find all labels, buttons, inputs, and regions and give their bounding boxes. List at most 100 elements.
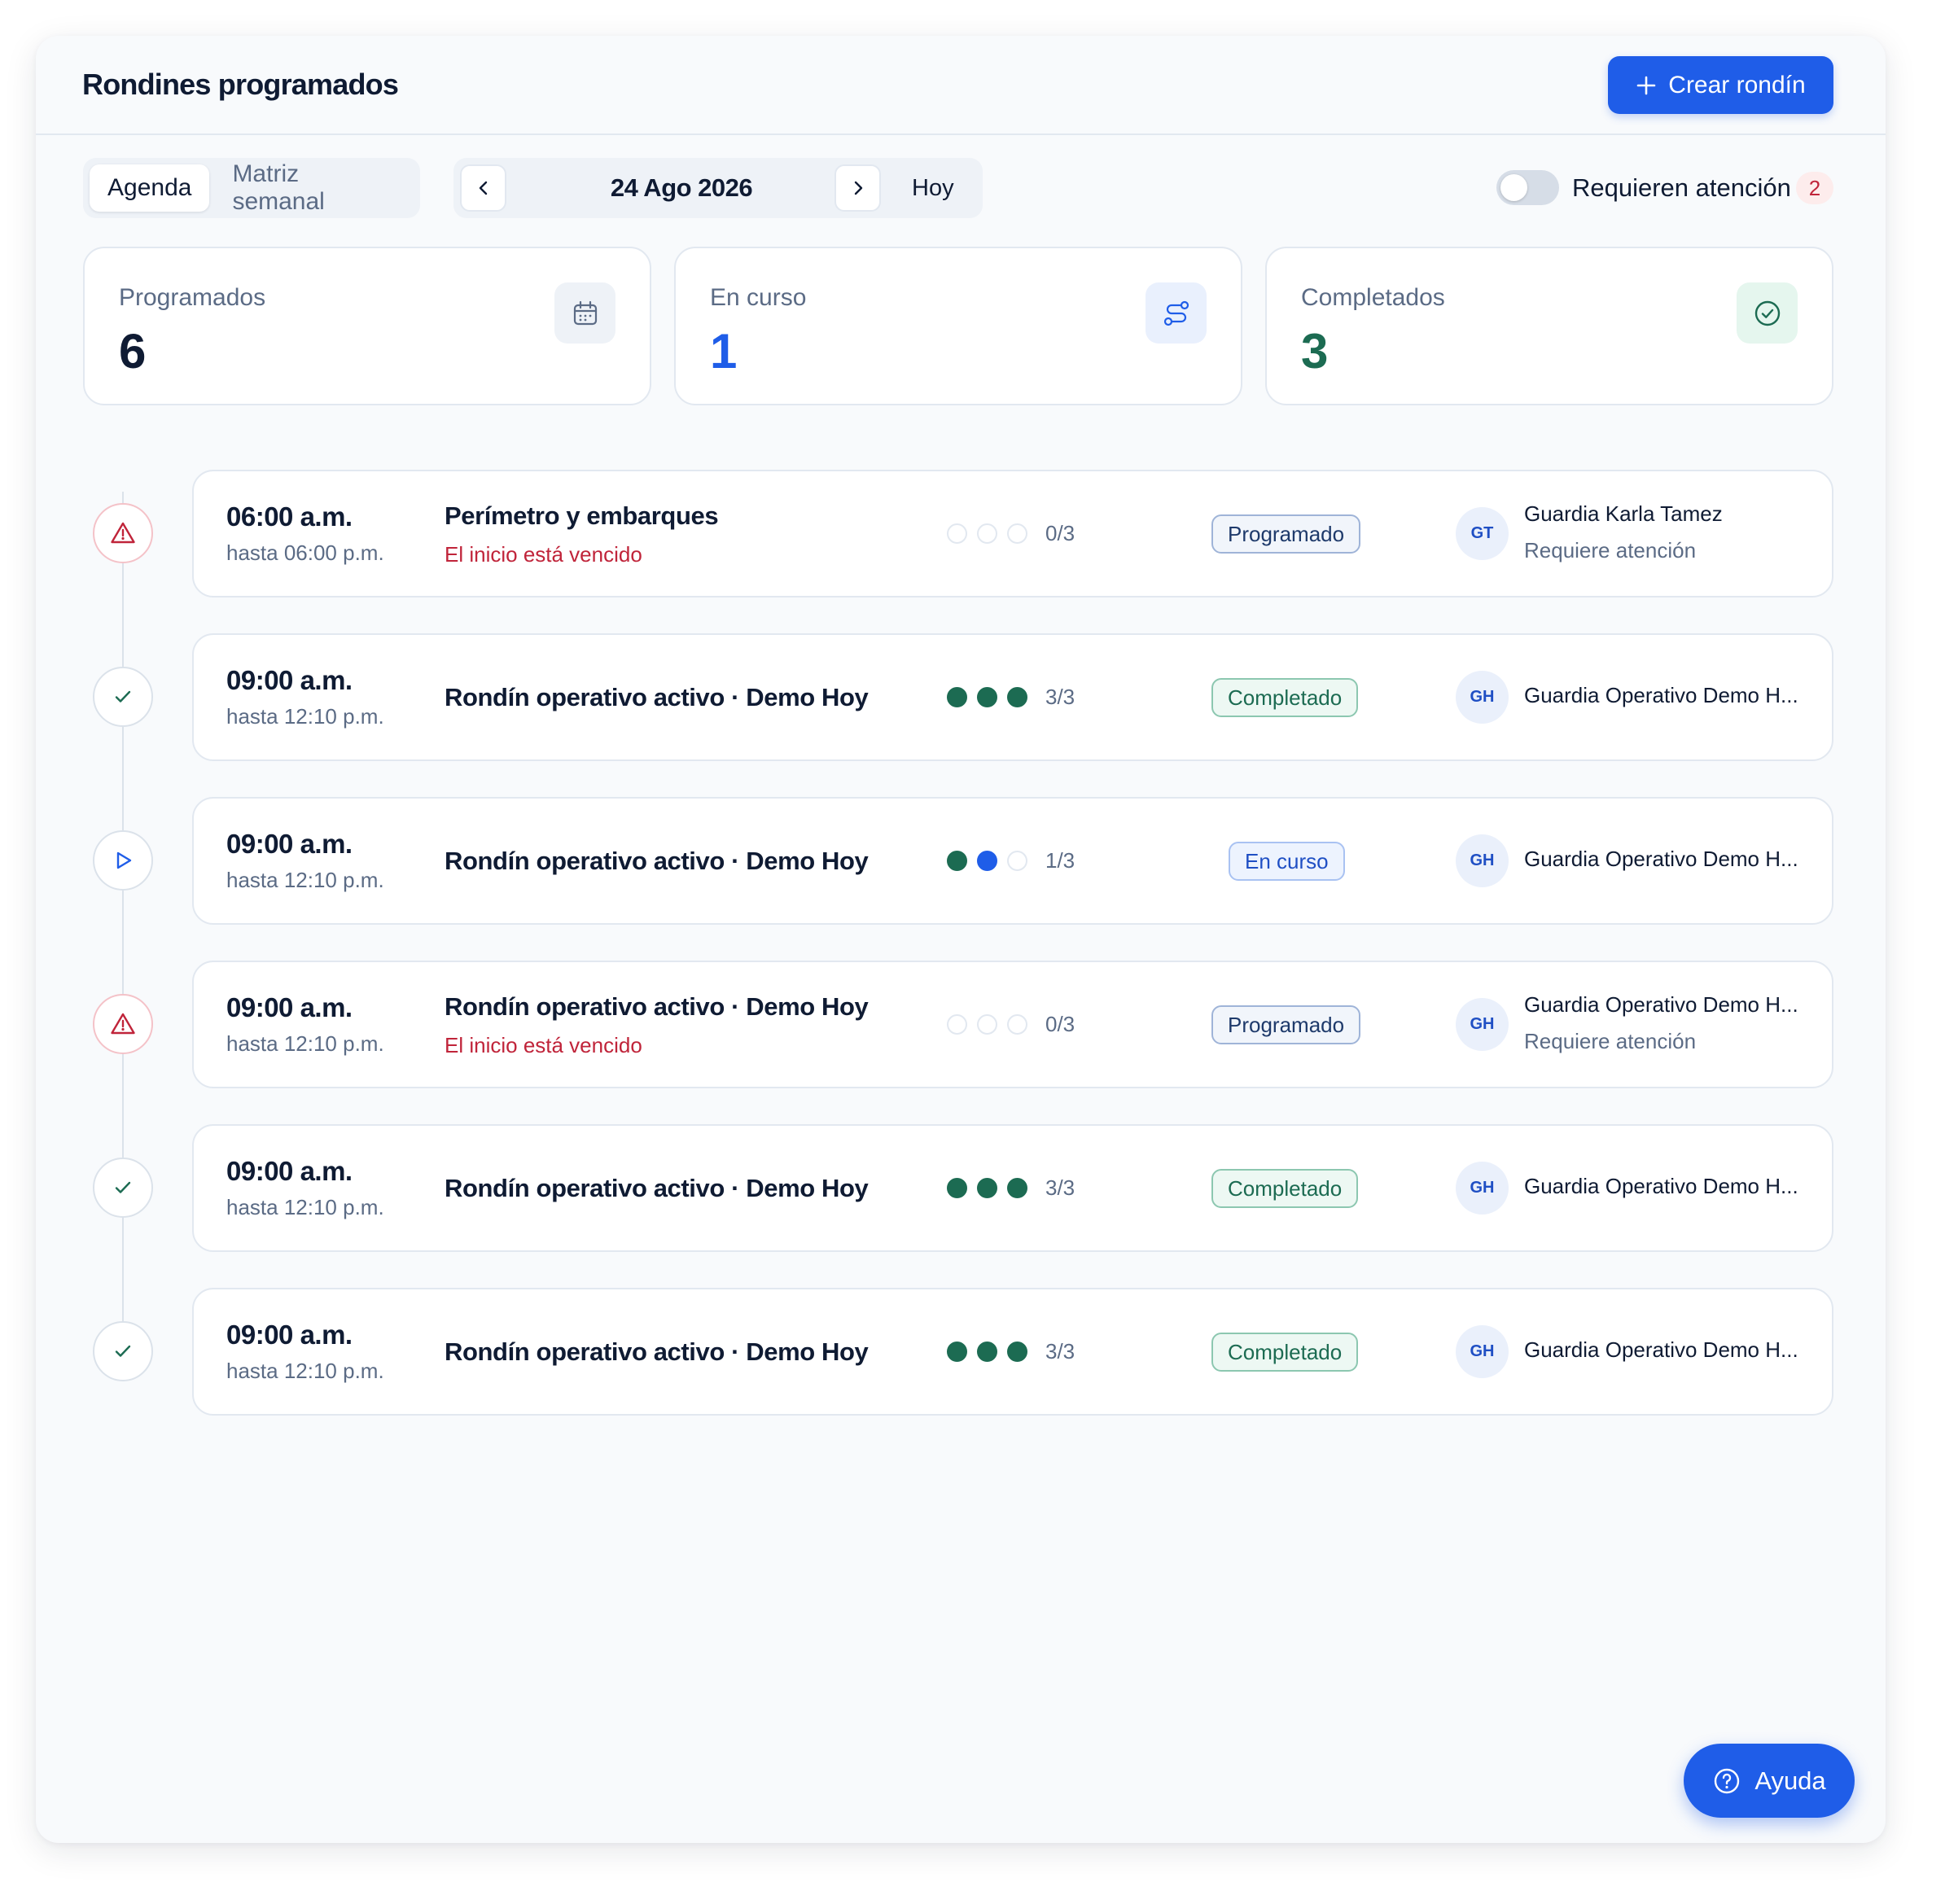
checkpoint-progress	[947, 1014, 1027, 1035]
checkpoint-count: 3/3	[1045, 1175, 1075, 1200]
checkpoint-dot	[947, 1178, 967, 1198]
round-row[interactable]: 09:00 a.m. hasta 12:10 p.m. Rondín operati…	[192, 961, 1833, 1088]
checkpoint-dot	[1007, 1178, 1027, 1198]
status-badge: Programado	[1211, 1005, 1361, 1044]
timeline-node	[93, 994, 153, 1054]
guard-name: Guardia Operativo Demo H...	[1524, 847, 1798, 871]
help-label: Ayuda	[1754, 1766, 1826, 1795]
today-button[interactable]: Hoy	[912, 158, 954, 218]
stat-label: Completados	[1301, 284, 1445, 311]
checkpoint-dot	[947, 523, 967, 544]
check-icon	[115, 690, 131, 703]
stat-card-in-progress: En curso 1	[674, 247, 1242, 405]
round-end-time: hasta 12:10 p.m.	[226, 1031, 384, 1056]
attention-toggle-label: Requieren atención	[1572, 173, 1791, 202]
current-date: 24 Ago 2026	[610, 173, 753, 202]
round-end-time: hasta 12:10 p.m.	[226, 1195, 384, 1219]
checkpoint-dot	[1007, 1014, 1027, 1035]
round-row[interactable]: 09:00 a.m. hasta 12:10 p.m. Rondín operati…	[192, 1288, 1833, 1416]
attention-count-badge: 2	[1796, 172, 1833, 204]
page-header: Rondines programados Crear rondín	[36, 36, 1886, 135]
avatar: GH	[1456, 1162, 1509, 1215]
previous-day-button[interactable]	[460, 164, 506, 212]
round-row[interactable]: 09:00 a.m. hasta 12:10 p.m. Rondín operati…	[192, 1124, 1833, 1252]
check-icon	[115, 1345, 131, 1357]
help-button[interactable]: Ayuda	[1684, 1744, 1855, 1818]
round-end-time: hasta 12:10 p.m.	[226, 1359, 384, 1383]
avatar: GH	[1456, 998, 1509, 1051]
chevron-right-icon	[854, 181, 862, 195]
checkpoint-dot	[947, 687, 967, 707]
status-badge: Completado	[1211, 678, 1359, 717]
guard-attention-note: Requiere atención	[1524, 1029, 1697, 1053]
timeline-node	[93, 1158, 153, 1218]
help-icon	[1715, 1768, 1740, 1793]
avatar: GH	[1456, 834, 1509, 887]
checkpoint-dot	[977, 1178, 997, 1198]
status-badge: Programado	[1211, 514, 1361, 554]
checkpoint-dot	[1007, 851, 1027, 871]
play-icon	[116, 851, 132, 869]
next-day-button[interactable]	[835, 164, 881, 212]
avatar: GH	[1456, 671, 1509, 724]
guard-name: Guardia Operativo Demo H...	[1524, 683, 1798, 707]
round-end-time: hasta 12:10 p.m.	[226, 704, 384, 729]
calendar-icon	[554, 282, 615, 344]
round-name: Rondín operativo activo · Demo Hoy	[445, 847, 869, 875]
checkpoint-dot	[1007, 1342, 1027, 1362]
date-navigator: 24 Ago 2026 Hoy	[453, 158, 983, 218]
status-badge: Completado	[1211, 1333, 1359, 1372]
plus-icon	[1636, 75, 1657, 96]
timeline-line	[122, 492, 124, 1363]
attention-toggle[interactable]	[1496, 170, 1559, 205]
page-title: Rondines programados	[82, 68, 399, 101]
create-round-label: Crear rondín	[1668, 71, 1806, 98]
chevron-left-icon	[479, 181, 487, 195]
round-end-time: hasta 12:10 p.m.	[226, 868, 384, 892]
guard-name: Guardia Operativo Demo H...	[1524, 1174, 1798, 1198]
view-switcher: Agenda Matriz semanal	[83, 158, 420, 218]
checkpoint-progress	[947, 687, 1027, 707]
round-row[interactable]: 06:00 a.m. hasta 06:00 p.m. Perímetro y em…	[192, 470, 1833, 597]
checkpoint-count: 3/3	[1045, 1339, 1075, 1363]
avatar: GT	[1456, 507, 1509, 560]
stat-value: 1	[710, 324, 738, 379]
alert-triangle-icon	[111, 522, 135, 544]
guard-name: Guardia Operativo Demo H...	[1524, 992, 1798, 1017]
checkpoint-count: 3/3	[1045, 685, 1075, 709]
round-start-time: 09:00 a.m.	[226, 665, 353, 695]
checkpoint-dot	[977, 523, 997, 544]
round-row[interactable]: 09:00 a.m. hasta 12:10 p.m. Rondín operati…	[192, 797, 1833, 925]
create-round-button[interactable]: Crear rondín	[1608, 56, 1833, 114]
status-badge: Completado	[1211, 1169, 1359, 1208]
tab-agenda[interactable]: Agenda	[90, 164, 210, 212]
avatar: GH	[1456, 1325, 1509, 1378]
checkpoint-dot	[977, 687, 997, 707]
round-start-time: 09:00 a.m.	[226, 1156, 353, 1186]
round-start-time: 09:00 a.m.	[226, 1320, 353, 1350]
round-row[interactable]: 09:00 a.m. hasta 12:10 p.m. Rondín operati…	[192, 633, 1833, 761]
checkpoint-dot	[1007, 523, 1027, 544]
route-icon	[1146, 282, 1207, 344]
timeline-node	[93, 1321, 153, 1381]
checkpoint-progress	[947, 1342, 1027, 1362]
overdue-warning: El inicio está vencido	[445, 542, 642, 567]
status-badge: En curso	[1229, 842, 1345, 881]
guard-attention-note: Requiere atención	[1524, 538, 1697, 562]
stat-value: 6	[119, 324, 147, 379]
toggle-knob	[1500, 174, 1527, 201]
checkpoint-progress	[947, 1178, 1027, 1198]
checkpoint-progress	[947, 523, 1027, 544]
round-name: Rondín operativo activo · Demo Hoy	[445, 992, 869, 1021]
checkpoint-progress	[947, 851, 1027, 871]
checkpoint-dot	[977, 1014, 997, 1035]
checkpoint-dot	[947, 1014, 967, 1035]
stat-label: En curso	[710, 284, 807, 311]
stat-card-completed: Completados 3	[1265, 247, 1833, 405]
guard-name: Guardia Karla Tamez	[1524, 501, 1723, 526]
overdue-warning: El inicio está vencido	[445, 1033, 642, 1057]
guard-name: Guardia Operativo Demo H...	[1524, 1337, 1798, 1362]
tab-weekly-matrix[interactable]: Matriz semanal	[214, 160, 414, 215]
timeline-node	[93, 830, 153, 891]
stat-label: Programados	[119, 284, 266, 311]
